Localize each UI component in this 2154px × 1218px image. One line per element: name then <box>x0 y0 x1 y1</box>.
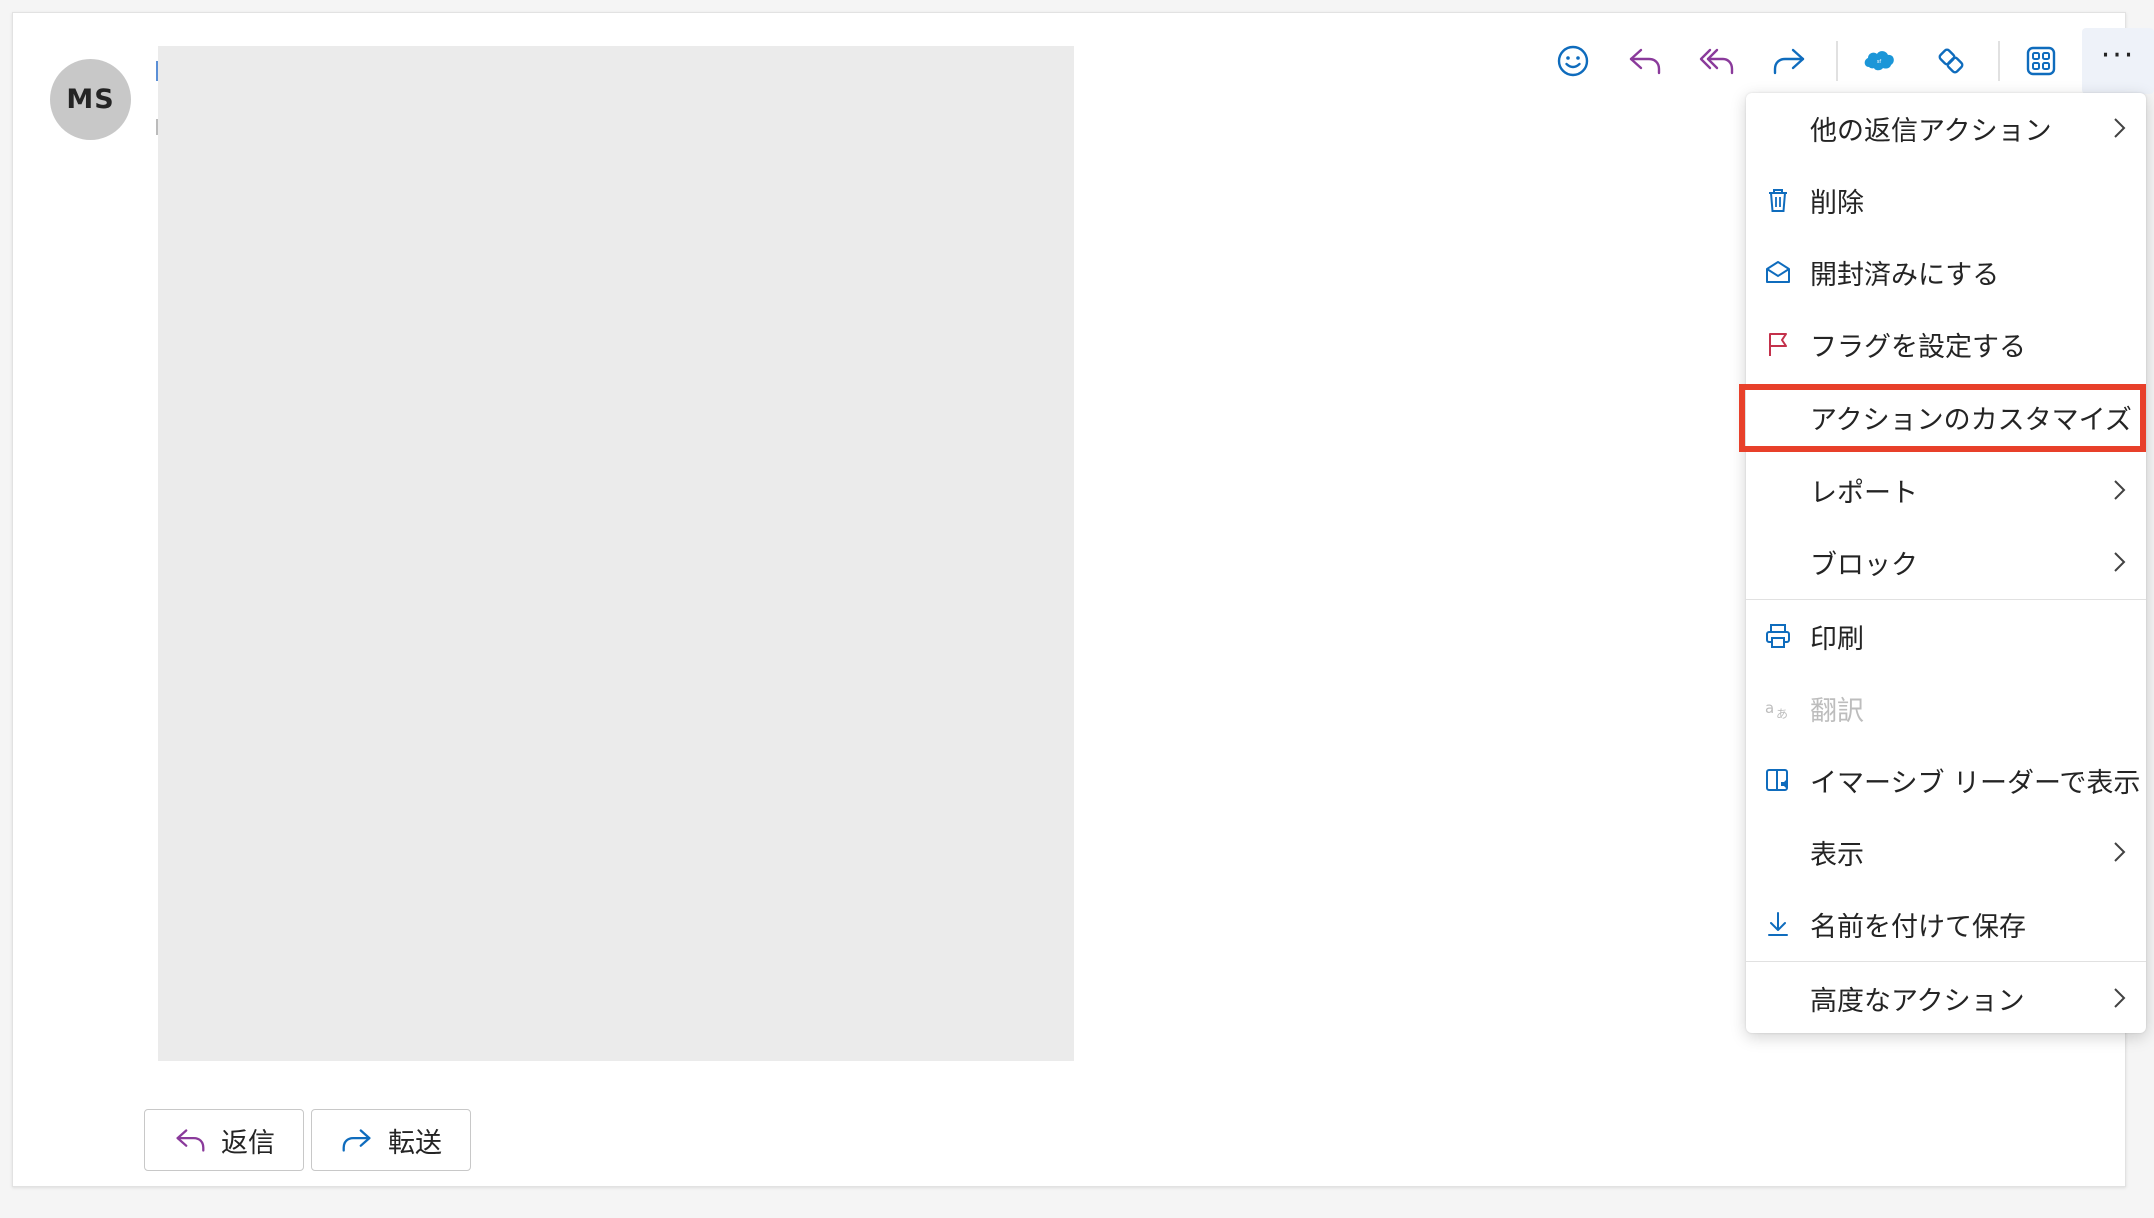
message-body-redacted <box>158 46 1074 1061</box>
message-toolbar: sf ··· <box>1540 28 2154 94</box>
menu-item-label: 高度なアクション <box>1810 985 2025 1017</box>
salesforce-addin-button[interactable]: sf <box>1846 28 1912 94</box>
svg-text:あ: あ <box>1776 707 1788 721</box>
menu-item-label: フラグを設定する <box>1810 331 2026 363</box>
toolbar-reply-all-button[interactable] <box>1684 28 1750 94</box>
reply-all-icon <box>1699 48 1734 75</box>
apps-icon <box>2026 46 2056 76</box>
toolbar-reply-button[interactable] <box>1612 28 1678 94</box>
menu-item-report[interactable]: レポート <box>1746 455 2146 525</box>
envelope-open-icon <box>1766 261 1790 283</box>
menu-item-customize-actions[interactable]: アクションのカスタマイズ <box>1746 382 2146 452</box>
chevron-right-icon <box>2114 480 2126 500</box>
toolbar-divider <box>1998 41 2000 81</box>
reply-button[interactable]: 返信 <box>144 1109 304 1171</box>
menu-item-set-flag[interactable]: フラグを設定する <box>1746 309 2146 379</box>
menu-item-label: レポート <box>1810 477 1918 509</box>
translate-icon: aあ <box>1765 699 1788 721</box>
addin-icon <box>1938 48 1964 74</box>
forward-button[interactable]: 転送 <box>311 1109 471 1171</box>
svg-text:sf: sf <box>1877 59 1882 65</box>
menu-item-label: イマーシブ リーダーで表示 <box>1810 767 2141 799</box>
forward-icon <box>1773 48 1805 75</box>
menu-item-label: 削除 <box>1810 187 1864 219</box>
flag-icon <box>1769 333 1787 356</box>
menu-item-label: 印刷 <box>1810 623 1864 655</box>
chevron-right-icon <box>2114 988 2126 1008</box>
menu-item-label: 翻訳 <box>1810 695 1864 727</box>
menu-item-delete[interactable]: 削除 <box>1746 165 2146 235</box>
addin-button[interactable] <box>1918 28 1984 94</box>
immersive-reader-icon <box>1766 769 1788 791</box>
menu-item-immersive-reader[interactable]: イマーシブ リーダーで表示 <box>1746 745 2146 815</box>
menu-item-view[interactable]: 表示 <box>1746 817 2146 887</box>
menu-item-more-reply-actions[interactable]: 他の返信アクション <box>1746 93 2146 163</box>
printer-icon <box>1766 624 1790 648</box>
emoji-reaction-button[interactable] <box>1540 28 1606 94</box>
emoji-icon <box>1557 45 1589 77</box>
download-icon <box>1768 912 1788 936</box>
trash-icon <box>1769 189 1787 212</box>
menu-item-print[interactable]: 印刷 <box>1746 601 2146 671</box>
toolbar-forward-button[interactable] <box>1756 28 1822 94</box>
menu-item-label: 開封済みにする <box>1810 259 2000 291</box>
reply-button-label: 返信 <box>221 1127 275 1159</box>
menu-item-label: 他の返信アクション <box>1810 115 2052 147</box>
avatar[interactable]: MS <box>50 59 131 140</box>
reply-icon <box>1629 48 1661 75</box>
toolbar-divider <box>1836 41 1838 81</box>
menu-item-block[interactable]: ブロック <box>1746 527 2146 597</box>
forward-icon <box>342 1129 371 1152</box>
avatar-initials: MS <box>66 84 115 115</box>
chevron-right-icon <box>2114 842 2126 862</box>
more-icon: ··· <box>2100 38 2136 73</box>
reply-icon <box>176 1129 205 1152</box>
menu-item-mark-read[interactable]: 開封済みにする <box>1746 237 2146 307</box>
menu-divider <box>1746 599 2146 600</box>
menu-divider <box>1746 961 2146 962</box>
salesforce-icon: sf <box>1864 51 1894 71</box>
menu-item-label: ブロック <box>1810 549 1918 581</box>
more-actions-button[interactable]: ··· <box>2082 28 2154 94</box>
apps-button[interactable] <box>2008 28 2074 94</box>
menu-item-translate[interactable]: aあ 翻訳 <box>1746 673 2146 743</box>
svg-text:a: a <box>1765 699 1774 717</box>
chevron-right-icon <box>2114 118 2126 138</box>
menu-item-label: 表示 <box>1810 839 1864 871</box>
menu-item-label: アクションのカスタマイズ <box>1810 404 2132 436</box>
forward-button-label: 転送 <box>388 1127 442 1159</box>
menu-item-label: 名前を付けて保存 <box>1810 911 2026 943</box>
chevron-right-icon <box>2114 552 2126 572</box>
menu-item-save-as[interactable]: 名前を付けて保存 <box>1746 889 2146 959</box>
more-actions-menu: 他の返信アクション 削除 開封済みにする フラグを設定する アクションのカスタマ… <box>1746 93 2146 1033</box>
menu-item-advanced-actions[interactable]: 高度なアクション <box>1746 963 2146 1033</box>
